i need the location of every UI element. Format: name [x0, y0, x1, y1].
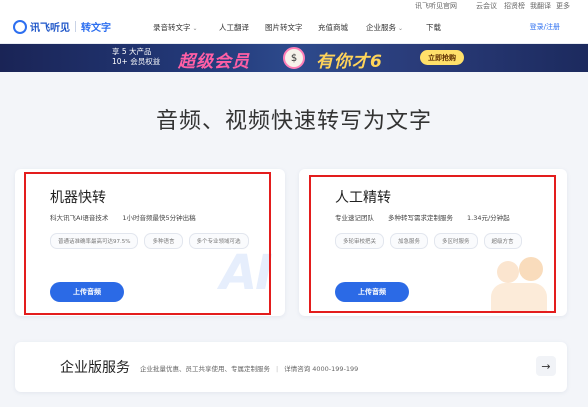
nav-item-label: 人工翻译 [219, 23, 249, 32]
highlight-box [309, 175, 556, 313]
brand-logo[interactable]: 讯飞听见 转文字 [13, 19, 111, 34]
highlight-box [24, 172, 271, 315]
top-utility-bar: 讯飞听见官网 云会议 招贤榜 我翻译 更多 [0, 0, 588, 10]
cat-mascot-icon: $ [283, 47, 305, 69]
enterprise-description: 企业批量优惠、员工共享使用、专属定制服务 | 详情咨询 4000-199-199 [140, 363, 358, 373]
nav-item-human-translation[interactable]: 人工翻译 [219, 22, 249, 33]
nav-item-audio-to-text[interactable]: 录音转文字 ⌄ [153, 22, 198, 33]
main-nav: 讯飞听见 转文字 录音转文字 ⌄ 人工翻译 图片转文字 充值商城 企业服务 ⌄ 下载… [0, 10, 588, 44]
logo-divider [75, 21, 76, 32]
nav-item-label: 下载 [426, 23, 441, 32]
enterprise-service-bar[interactable]: 企业版服务 企业批量优惠、员工共享使用、专属定制服务 | 详情咨询 4000-199… [15, 342, 567, 392]
brand-mark-icon [13, 19, 27, 34]
separator: | [276, 365, 279, 373]
chevron-down-icon: ⌄ [192, 25, 198, 32]
buy-now-button[interactable]: 立即抢购 [420, 50, 464, 65]
banner-title-super-member: 超级会员 [178, 52, 250, 72]
nav-item-image-to-text[interactable]: 图片转文字 [265, 22, 303, 33]
page-title: 音频、视频快速转写为文字 [155, 109, 432, 134]
nav-item-enterprise[interactable]: 企业服务 ⌄ [366, 22, 403, 33]
banner-benefits: 享 5 大产品 10+ 会员权益 [112, 47, 160, 67]
promo-banner[interactable]: 享 5 大产品 10+ 会员权益 超级会员 $ 有你才6 立即抢购 [0, 44, 588, 72]
banner-line-2: 10+ 会员权益 [112, 57, 161, 66]
arrow-right-icon[interactable]: → [536, 356, 556, 376]
nav-item-label: 图片转文字 [265, 23, 303, 32]
enterprise-title: 企业版服务 [60, 360, 130, 376]
nav-item-label: 充值商城 [318, 23, 348, 32]
enterprise-contact: 详情咨询 4000-199-199 [284, 365, 359, 373]
nav-item-label: 企业服务 [366, 23, 396, 32]
banner-line-1: 享 5 大产品 [112, 47, 152, 56]
nav-item-label: 录音转文字 [153, 23, 191, 32]
product-name: 转文字 [81, 23, 111, 34]
banner-title-slogan: 有你才6 [316, 52, 383, 72]
chevron-down-icon: ⌄ [398, 25, 404, 32]
nav-item-recharge[interactable]: 充值商城 [318, 22, 348, 33]
enterprise-benefits: 企业批量优惠、员工共享使用、专属定制服务 [140, 365, 270, 373]
brand-name: 讯飞听见 [30, 23, 70, 34]
login-register-link[interactable]: 登录/注册 [530, 22, 560, 32]
mascot-symbol: $ [290, 52, 298, 64]
nav-item-download[interactable]: 下载 [426, 22, 441, 33]
